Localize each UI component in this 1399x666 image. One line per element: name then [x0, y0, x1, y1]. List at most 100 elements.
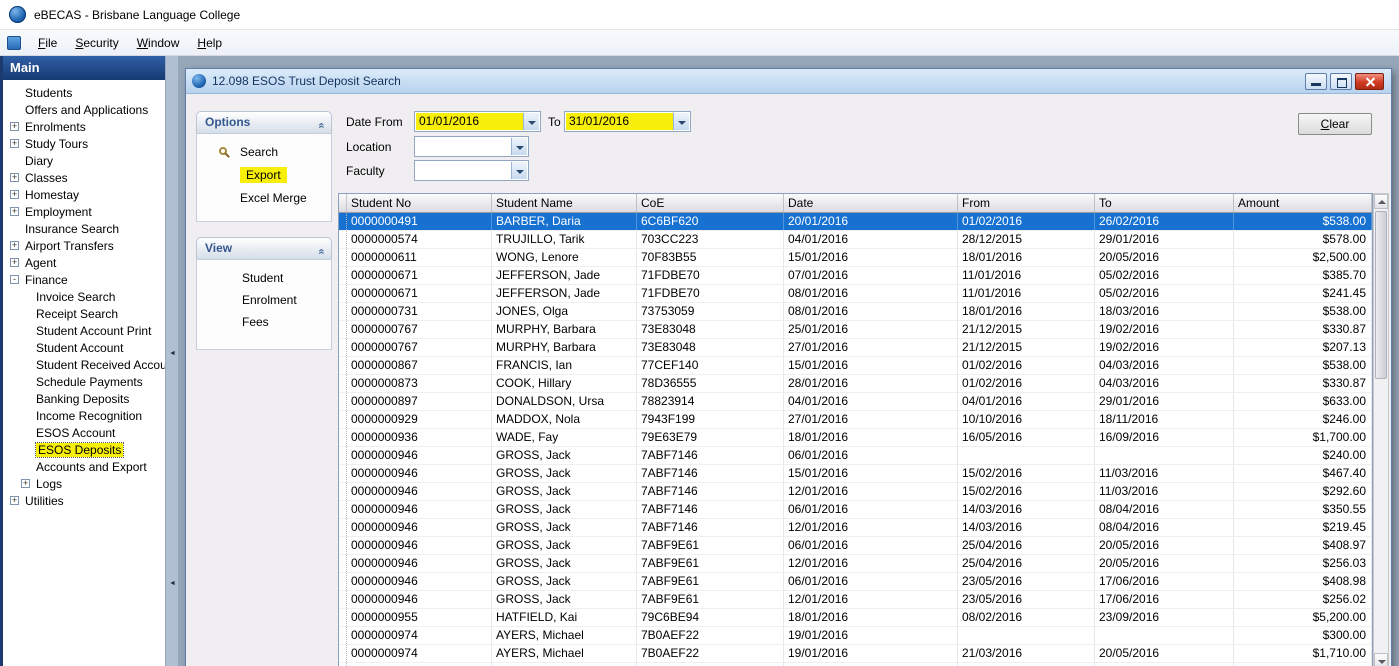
date-to-value[interactable]: 31/01/2016: [566, 113, 673, 130]
view-panel-header[interactable]: View: [196, 237, 332, 260]
table-row[interactable]: 0000000611WONG, Lenore70F83B5515/01/2016…: [339, 249, 1372, 267]
sidebar-item-accounts-and-export[interactable]: Accounts and Export: [3, 459, 165, 476]
table-row[interactable]: 0000000767MURPHY, Barbara73E8304827/01/2…: [339, 339, 1372, 357]
menu-file[interactable]: File: [29, 32, 66, 54]
view-enrolment-action[interactable]: Enrolment: [197, 289, 331, 311]
date-to-combo[interactable]: 31/01/2016: [564, 111, 691, 132]
export-action[interactable]: Export: [197, 164, 331, 187]
table-row[interactable]: 0000000946GROSS, Jack7ABF714612/01/20161…: [339, 519, 1372, 537]
table-row[interactable]: 0000000946GROSS, Jack7ABF714612/01/20161…: [339, 483, 1372, 501]
table-row[interactable]: 0000000671JEFFERSON, Jade71FDBE7007/01/2…: [339, 267, 1372, 285]
menu-help[interactable]: Help: [188, 32, 231, 54]
table-row[interactable]: 0000000767MURPHY, Barbara73E8304825/01/2…: [339, 321, 1372, 339]
table-row[interactable]: 0000000731JONES, Olga7375305908/01/20161…: [339, 303, 1372, 321]
window-titlebar[interactable]: 12.098 ESOS Trust Deposit Search: [186, 69, 1391, 94]
table-row[interactable]: 0000000929MADDOX, Nola7943F19927/01/2016…: [339, 411, 1372, 429]
minimize-button[interactable]: [1305, 73, 1327, 90]
expand-plus-icon[interactable]: +: [10, 258, 19, 267]
collapse-minus-icon[interactable]: -: [10, 275, 19, 284]
date-from-value[interactable]: 01/01/2016: [416, 113, 523, 130]
faculty-combo[interactable]: [414, 160, 529, 181]
close-button[interactable]: [1355, 73, 1384, 90]
sidebar-item-student-account-print[interactable]: Student Account Print: [3, 323, 165, 340]
table-row[interactable]: 0000000897DONALDSON, Ursa7882391404/01/2…: [339, 393, 1372, 411]
faculty-value[interactable]: [416, 162, 511, 179]
column-header-from[interactable]: From: [958, 194, 1095, 212]
excel-merge-action[interactable]: Excel Merge: [197, 187, 331, 210]
collapse-left-icon[interactable]: [169, 580, 176, 587]
scroll-down-icon[interactable]: [1374, 653, 1388, 666]
table-row[interactable]: 0000000946GROSS, Jack7ABF714606/01/2016$…: [339, 447, 1372, 465]
expand-plus-icon[interactable]: +: [10, 173, 19, 182]
sidebar-item-esos-account[interactable]: ESOS Account: [3, 425, 165, 442]
sidebar-item-classes[interactable]: +Classes: [3, 170, 165, 187]
expand-plus-icon[interactable]: +: [10, 122, 19, 131]
location-combo[interactable]: [414, 136, 529, 157]
table-row[interactable]: 0000000867FRANCIS, Ian77CEF14015/01/2016…: [339, 357, 1372, 375]
sidebar-item-student-account[interactable]: Student Account: [3, 340, 165, 357]
menu-security[interactable]: Security: [66, 32, 127, 54]
column-header-date[interactable]: Date: [784, 194, 958, 212]
view-fees-action[interactable]: Fees: [197, 311, 331, 333]
sidebar-item-homestay[interactable]: +Homestay: [3, 187, 165, 204]
table-row[interactable]: 0000000574TRUJILLO, Tarik703CC22304/01/2…: [339, 231, 1372, 249]
sidebar-item-invoice-search[interactable]: Invoice Search: [3, 289, 165, 306]
chevron-down-icon[interactable]: [511, 138, 527, 155]
sidebar-item-banking-deposits[interactable]: Banking Deposits: [3, 391, 165, 408]
expand-plus-icon[interactable]: +: [10, 139, 19, 148]
table-row[interactable]: 0000000946GROSS, Jack7ABF714615/01/20161…: [339, 465, 1372, 483]
table-row[interactable]: 0000000946GROSS, Jack7ABF9E6112/01/20162…: [339, 555, 1372, 573]
location-value[interactable]: [416, 138, 511, 155]
sidebar-item-schedule-payments[interactable]: Schedule Payments: [3, 374, 165, 391]
table-row[interactable]: 0000000946GROSS, Jack7ABF9E6106/01/20162…: [339, 537, 1372, 555]
table-row[interactable]: 0000000946GROSS, Jack7ABF9E6106/01/20162…: [339, 573, 1372, 591]
search-action[interactable]: Search: [197, 141, 331, 164]
sidebar-item-receipt-search[interactable]: Receipt Search: [3, 306, 165, 323]
sidebar-item-diary[interactable]: Diary: [3, 153, 165, 170]
table-row[interactable]: 0000000974AYERS, Michael7B0AEF2219/01/20…: [339, 627, 1372, 645]
chevron-down-icon[interactable]: [673, 113, 689, 130]
table-row[interactable]: 0000000955HATFIELD, Kai79C6BE9418/01/201…: [339, 609, 1372, 627]
expand-plus-icon[interactable]: +: [21, 479, 30, 488]
sidebar-item-finance[interactable]: -Finance: [3, 272, 165, 289]
table-row[interactable]: 0000000873COOK, Hillary78D3655528/01/201…: [339, 375, 1372, 393]
chevron-down-icon[interactable]: [511, 162, 527, 179]
column-header-to[interactable]: To: [1095, 194, 1234, 212]
table-row[interactable]: 0000000974AYERS, Michael7B0AEF2219/01/20…: [339, 645, 1372, 663]
sidebar-item-agent[interactable]: +Agent: [3, 255, 165, 272]
sidebar-item-students[interactable]: Students: [3, 85, 165, 102]
menu-window[interactable]: Window: [128, 32, 189, 54]
sidebar-item-study-tours[interactable]: +Study Tours: [3, 136, 165, 153]
sidebar-item-logs[interactable]: +Logs: [3, 476, 165, 493]
chevron-up-icon[interactable]: [319, 241, 325, 262]
sidebar-item-esos-deposits[interactable]: ESOS Deposits: [3, 442, 165, 459]
sidebar-item-airport-transfers[interactable]: +Airport Transfers: [3, 238, 165, 255]
column-header-student-name[interactable]: Student Name: [492, 194, 637, 212]
expand-plus-icon[interactable]: +: [10, 496, 19, 505]
table-row[interactable]: 0000000946GROSS, Jack7ABF714606/01/20161…: [339, 501, 1372, 519]
sidebar-item-utilities[interactable]: +Utilities: [3, 493, 165, 510]
table-row[interactable]: 0000000491BARBER, Daria6C6BF62020/01/201…: [339, 213, 1372, 231]
view-student-action[interactable]: Student: [197, 267, 331, 289]
restore-button[interactable]: [1330, 73, 1352, 90]
sidebar-item-insurance-search[interactable]: Insurance Search: [3, 221, 165, 238]
table-row[interactable]: 0000000671JEFFERSON, Jade71FDBE7008/01/2…: [339, 285, 1372, 303]
chevron-down-icon[interactable]: [523, 113, 539, 130]
collapse-left-icon[interactable]: [169, 350, 176, 357]
sidebar-item-employment[interactable]: +Employment: [3, 204, 165, 221]
table-row[interactable]: 0000000946GROSS, Jack7ABF9E6112/01/20162…: [339, 591, 1372, 609]
scrollbar-thumb[interactable]: [1375, 211, 1387, 379]
column-header-coe[interactable]: CoE: [637, 194, 784, 212]
expand-plus-icon[interactable]: +: [10, 207, 19, 216]
sidebar-item-student-received-accou[interactable]: Student Received Accou: [3, 357, 165, 374]
column-header-student-no[interactable]: Student No: [347, 194, 492, 212]
sidebar-item-offers-and-applications[interactable]: Offers and Applications: [3, 102, 165, 119]
sidebar-splitter[interactable]: [165, 56, 178, 666]
table-row[interactable]: 0000000936WADE, Fay79E63E7918/01/201616/…: [339, 429, 1372, 447]
date-from-combo[interactable]: 01/01/2016: [414, 111, 541, 132]
column-header-amount[interactable]: Amount: [1234, 194, 1372, 212]
sidebar-item-income-recognition[interactable]: Income Recognition: [3, 408, 165, 425]
options-panel-header[interactable]: Options: [196, 111, 332, 134]
scroll-up-icon[interactable]: [1374, 194, 1388, 209]
chevron-up-icon[interactable]: [319, 115, 325, 136]
